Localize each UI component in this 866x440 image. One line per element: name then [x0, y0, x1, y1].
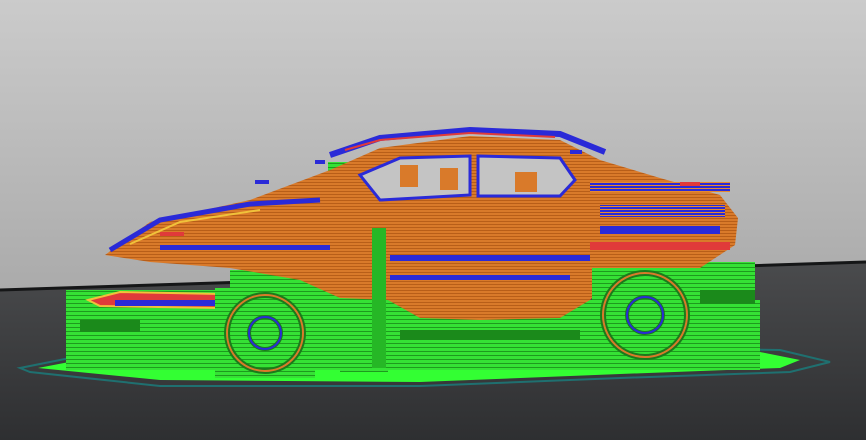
scatter-4 [680, 182, 700, 186]
sliced-car-preview[interactable] [0, 0, 866, 440]
rear-band-2 [600, 205, 725, 217]
front-wheel [215, 288, 315, 378]
front-bumper-dark [115, 300, 215, 306]
rear-band-1 [590, 182, 730, 192]
slicer-3d-viewport[interactable] [0, 0, 866, 440]
scatter-2 [570, 150, 582, 154]
support-shadow-2 [400, 330, 580, 340]
rear-wheel [592, 268, 692, 364]
rear-band-4 [590, 242, 730, 250]
side-band-1 [390, 255, 590, 261]
side-band-2 [390, 275, 570, 280]
support-shadow-1 [80, 320, 140, 332]
seat-back [515, 172, 537, 192]
support-column-shade [372, 228, 386, 368]
support-shadow-3 [700, 290, 755, 304]
seat-rear [440, 168, 458, 190]
rear-band-3 [600, 226, 720, 234]
scatter-1 [315, 160, 325, 164]
scatter-5 [160, 232, 184, 236]
seat-front [400, 165, 418, 187]
rear-wheel-block [592, 268, 692, 364]
scatter-3 [255, 180, 269, 184]
side-band-3 [160, 245, 330, 250]
